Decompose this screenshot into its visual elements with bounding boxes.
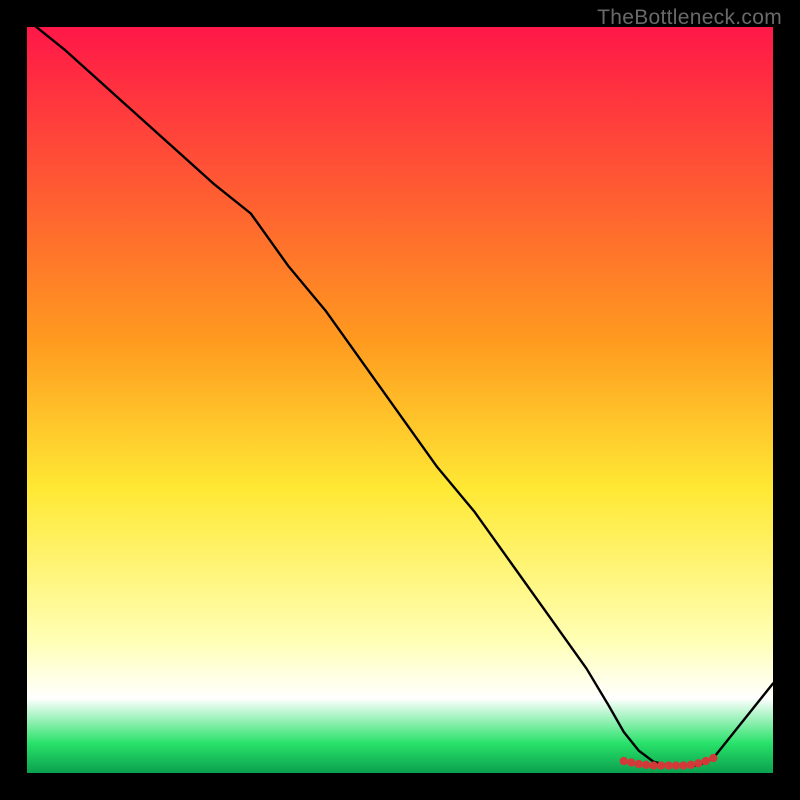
marker-dot bbox=[627, 758, 635, 766]
chart-container: TheBottleneck.com bbox=[0, 0, 800, 800]
marker-dot bbox=[702, 757, 710, 765]
marker-dot bbox=[620, 757, 628, 765]
marker-dot bbox=[664, 761, 672, 769]
chart-svg bbox=[27, 27, 773, 773]
marker-dot bbox=[709, 754, 717, 762]
marker-dot bbox=[687, 761, 695, 769]
marker-dot bbox=[657, 761, 665, 769]
gradient-background bbox=[27, 27, 773, 773]
marker-dot bbox=[642, 761, 650, 769]
marker-dot bbox=[635, 760, 643, 768]
plot-area bbox=[27, 27, 773, 773]
marker-dot bbox=[649, 761, 657, 769]
marker-dot bbox=[672, 761, 680, 769]
marker-dot bbox=[679, 761, 687, 769]
marker-dot bbox=[694, 759, 702, 767]
plot-outer bbox=[27, 27, 773, 773]
